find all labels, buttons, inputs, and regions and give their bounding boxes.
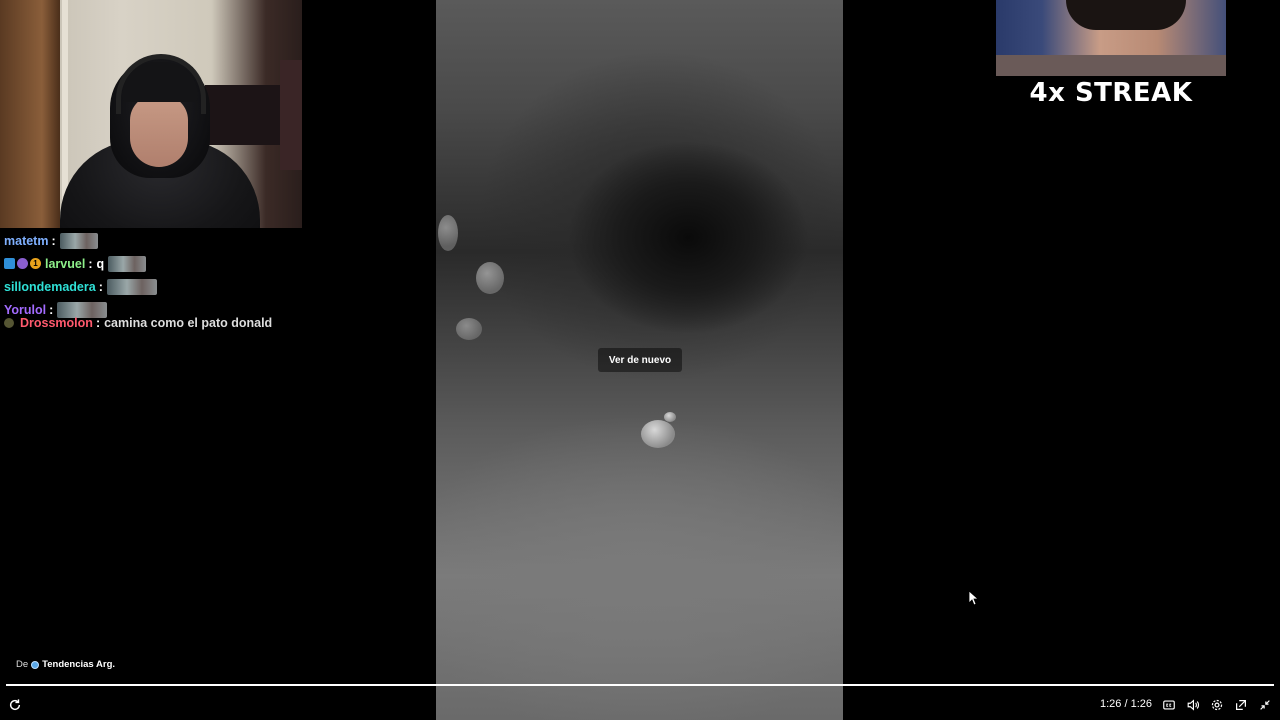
channel-avatar-icon (31, 660, 40, 669)
chat-text: q (96, 256, 105, 271)
replay-button[interactable]: Ver de nuevo (598, 348, 682, 372)
chat-text: camina como el pato donald (104, 316, 273, 330)
video-source[interactable]: De Tendencias Arg. (16, 659, 115, 670)
progress-bar[interactable] (6, 684, 1274, 686)
chat-username: larvuel (45, 256, 86, 271)
player-controls: 1:26 / 1:26 (0, 694, 1280, 716)
badge-gold-icon: 1 (30, 258, 41, 269)
chat-username: Drossmolon (20, 316, 93, 330)
chat-username: Yorulol (4, 302, 47, 317)
channel-name[interactable]: Tendencias Arg. (42, 659, 115, 670)
chat-username: matetm (4, 233, 49, 248)
chat-message: 1 larvuel : q (4, 252, 304, 275)
mouse-cursor-icon (968, 590, 978, 606)
chat-overlay: matetm : 1 larvuel : q sillondemadera : … (4, 229, 304, 331)
badge-icon (4, 318, 14, 328)
popout-icon[interactable] (1231, 694, 1251, 716)
badge-blue-icon (4, 258, 15, 269)
chat-message: Drossmolon : camina como el pato donald (4, 315, 304, 331)
settings-icon[interactable] (1207, 694, 1227, 716)
chat-message: matetm : (4, 229, 304, 252)
video-panel[interactable]: Ver de nuevo (436, 0, 843, 720)
volume-icon[interactable] (1183, 694, 1203, 716)
streak-webcam (996, 0, 1226, 76)
progress-fill (6, 684, 1274, 686)
chat-username: sillondemadera (4, 279, 96, 294)
chat-badges: 1 (4, 258, 41, 269)
badge-purple-icon (17, 258, 28, 269)
chat-emote (106, 278, 157, 295)
streamer-webcam (0, 0, 302, 228)
time-display: 1:26 / 1:26 (1100, 698, 1152, 710)
reload-icon[interactable] (5, 694, 25, 716)
captions-icon[interactable] (1159, 694, 1179, 716)
streak-label: 4x STREAK (1029, 78, 1193, 108)
chat-emote (108, 255, 147, 272)
exit-fullscreen-icon[interactable] (1255, 694, 1275, 716)
chat-message: sillondemadera : (4, 275, 304, 298)
chat-emote (59, 232, 98, 249)
